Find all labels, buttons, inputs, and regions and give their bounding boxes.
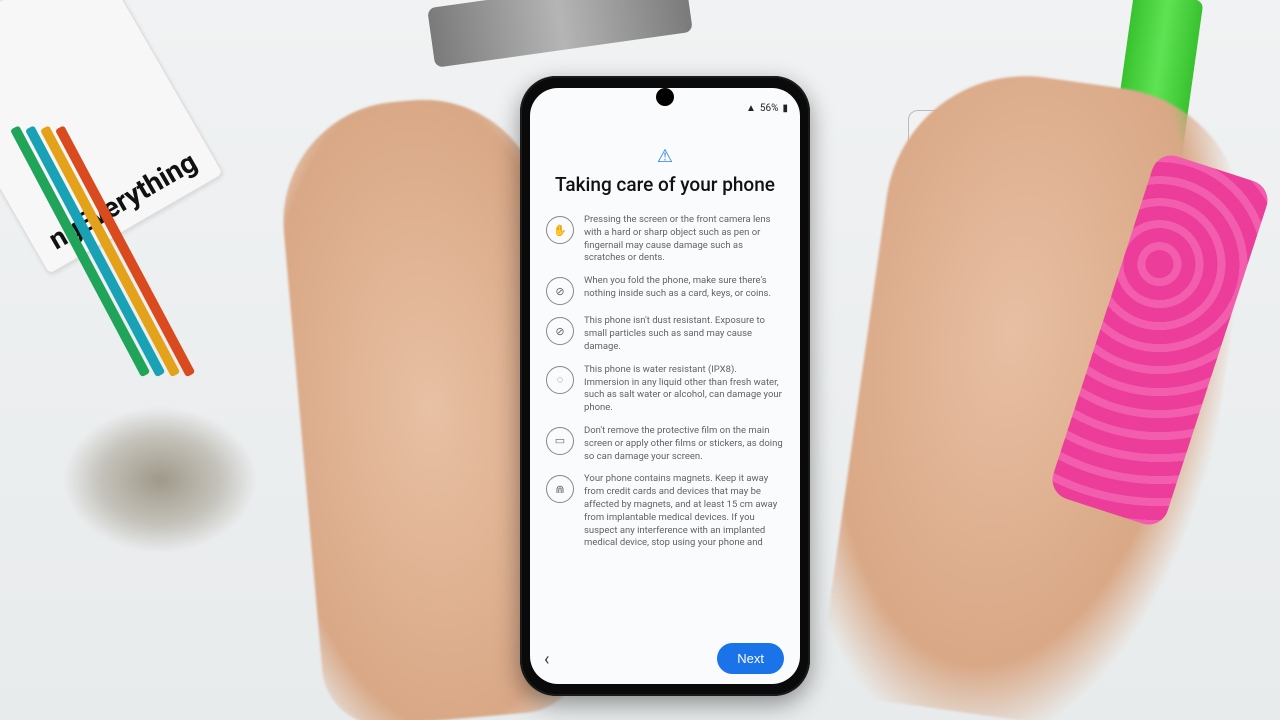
back-button[interactable]: ‹ (544, 649, 549, 670)
tip-text: This phone isn't dust resistant. Exposur… (584, 315, 784, 353)
tip-text: When you fold the phone, make sure there… (584, 275, 784, 301)
next-button[interactable]: Next (717, 643, 784, 674)
tip-text: Pressing the screen or the front camera … (584, 214, 784, 265)
alert-icon: ⚠ (546, 146, 784, 167)
bottom-bar: Next (530, 633, 800, 684)
tip-row: ⋒ Your phone contains magnets. Keep it aw… (546, 473, 784, 550)
tip-row: ✋ Pressing the screen or the front camera… (546, 214, 784, 265)
tip-text: Your phone contains magnets. Keep it awa… (584, 473, 784, 550)
battery-icon: ▮ (782, 103, 788, 114)
phone-screen[interactable]: ▲ 56% ▮ ⚠ Taking care of your phone ✋ Pre… (530, 88, 800, 684)
tip-text: This phone is water resistant (IPX8). Im… (584, 364, 784, 415)
tip-icon: ▭ (546, 427, 574, 455)
tip-icon: ◌ (546, 366, 574, 394)
tip-row: ◌ This phone is water resistant (IPX8). I… (546, 364, 784, 415)
screwdriver-set (427, 0, 693, 68)
tip-row: ⊘ When you fold the phone, make sure ther… (546, 275, 784, 305)
battery-text: 56% (760, 103, 779, 114)
tip-text: Don't remove the protective film on the … (584, 425, 784, 463)
phone-device: ▲ 56% ▮ ⚠ Taking care of your phone ✋ Pre… (520, 76, 810, 696)
tips-list: ✋ Pressing the screen or the front camera… (546, 214, 784, 550)
setup-content: ⚠ Taking care of your phone ✋ Pressing th… (530, 122, 800, 633)
tip-row: ⊘ This phone isn't dust resistant. Exposu… (546, 315, 784, 353)
sand-pile (40, 380, 280, 580)
front-camera-punchhole (656, 88, 674, 106)
tip-icon: ⋒ (546, 475, 574, 503)
page-title: Taking care of your phone (546, 173, 784, 196)
pencils-bundle (0, 130, 140, 390)
signal-icon: ▲ (746, 103, 756, 114)
tip-icon: ⊘ (546, 317, 574, 345)
tip-icon: ✋ (546, 216, 574, 244)
tip-row: ▭ Don't remove the protective film on the… (546, 425, 784, 463)
tip-icon: ⊘ (546, 277, 574, 305)
